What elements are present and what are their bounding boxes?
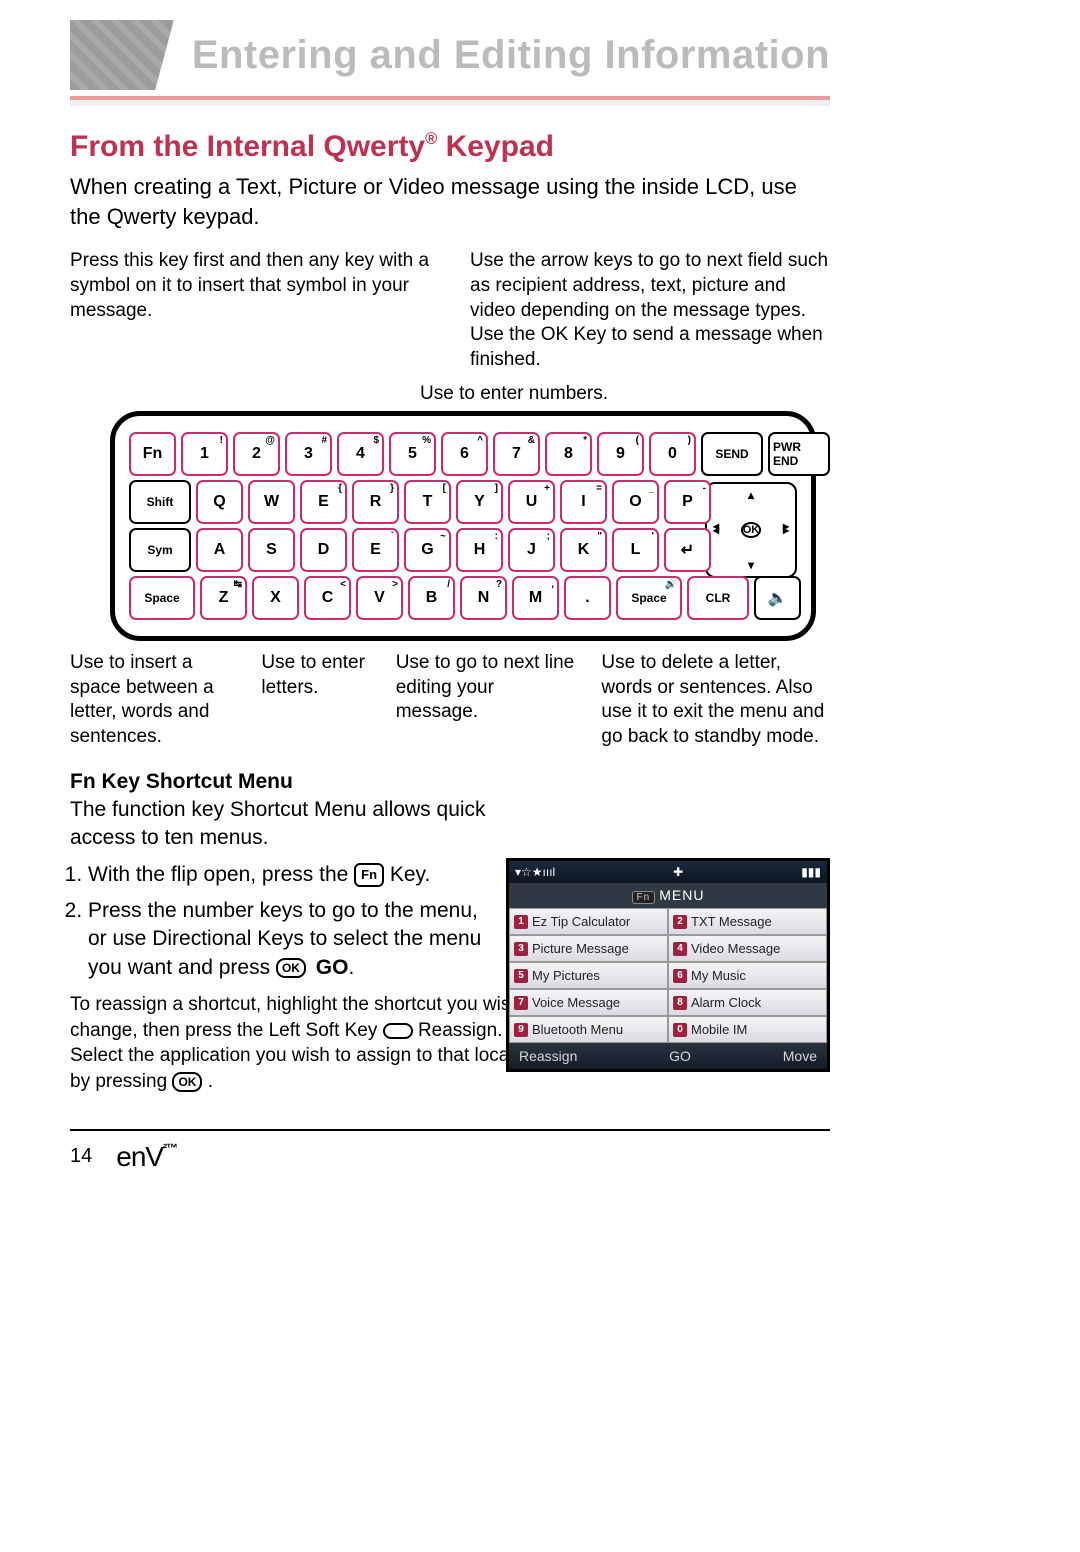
menu-item[interactable]: 5My Pictures [509, 962, 668, 989]
key-fn: Fn [129, 432, 176, 476]
key-3: 3# [285, 432, 332, 476]
key-: ↵ [664, 528, 711, 572]
softkey-center[interactable]: GO [669, 1048, 691, 1064]
key-b: B/ [408, 576, 455, 620]
menu-item[interactable]: 1Ez Tip Calculator [509, 908, 668, 935]
key-m: M, [512, 576, 559, 620]
key-c: C< [304, 576, 351, 620]
menu-item[interactable]: 8Alarm Clock [668, 989, 827, 1016]
menu-item[interactable]: 9Bluetooth Menu [509, 1016, 668, 1043]
menu-item[interactable]: 2TXT Message [668, 908, 827, 935]
key-h: H: [456, 528, 503, 572]
fn-menu-intro: The function key Shortcut Menu allows qu… [70, 796, 500, 853]
key-t: T[ [404, 480, 451, 524]
key-e: E{ [300, 480, 347, 524]
menu-item[interactable]: 4Video Message [668, 935, 827, 962]
key-o: O_ [612, 480, 659, 524]
key-2: 2@ [233, 432, 280, 476]
key-s: S [248, 528, 295, 572]
ok-key-icon: OK [276, 958, 306, 978]
key-4: 4$ [337, 432, 384, 476]
key-: 🔈 [754, 576, 801, 620]
ok-key-icon: OK [172, 1072, 202, 1092]
key-space: Space🔊 [616, 576, 682, 620]
key-i: I= [560, 480, 607, 524]
key-pwrend: PWR END [768, 432, 830, 476]
key-1: 1! [181, 432, 228, 476]
chapter-title: Entering and Editing Information [192, 33, 830, 78]
fn-menu-step2: Press the number keys to go to the menu,… [88, 897, 500, 982]
header-image [70, 20, 174, 90]
key-space: Space [129, 576, 195, 620]
key-k: K" [560, 528, 607, 572]
key-y: Y] [456, 480, 503, 524]
key-x: X [252, 576, 299, 620]
key-shift: Shift [129, 480, 191, 524]
fn-menu-section: Fn Key Shortcut Menu The function key Sh… [70, 768, 500, 982]
menu-item[interactable]: 0Mobile IM [668, 1016, 827, 1043]
callout-numbers: Use to enter numbers. [420, 383, 830, 405]
key-d: D [300, 528, 347, 572]
callout-fn-key: Press this key first and then any key wi… [70, 249, 430, 372]
key-clr: CLR [687, 576, 749, 620]
callout-letters: Use to enter letters. [261, 651, 375, 750]
key-j: J; [508, 528, 555, 572]
key-q: Q [196, 480, 243, 524]
key-9: 9( [597, 432, 644, 476]
softkey-left[interactable]: Reassign [519, 1048, 577, 1064]
callout-arrow-keys: Use the arrow keys to go to next field s… [470, 249, 830, 372]
fn-menu-heading: Fn Key Shortcut Menu [70, 768, 500, 796]
key-send: SEND [701, 432, 763, 476]
header-rule [70, 96, 830, 106]
status-center-icon: ✚ [673, 865, 683, 879]
key-5: 5% [389, 432, 436, 476]
battery-icon: ▮▮▮ [801, 865, 821, 879]
softkey-right[interactable]: Move [783, 1048, 817, 1064]
ok-key: OK [741, 522, 762, 538]
key-6: 6^ [441, 432, 488, 476]
menu-item[interactable]: 7Voice Message [509, 989, 668, 1016]
key-l: L' [612, 528, 659, 572]
section-title: From the Internal Qwerty® Keypad [70, 130, 830, 164]
key-g: G~ [404, 528, 451, 572]
callout-enter: Use to go to next line editing your mess… [396, 651, 582, 750]
signal-icon: ▾☆★ıııl [515, 865, 555, 879]
page-number: 14 [70, 1145, 92, 1168]
key-v: V> [356, 576, 403, 620]
fn-menu-step1: With the flip open, press the Fn Key. [88, 861, 500, 889]
brand-logo: enV²™ [116, 1141, 177, 1173]
left-soft-key-icon [383, 1023, 413, 1039]
key-e: E` [352, 528, 399, 572]
key-8: 8* [545, 432, 592, 476]
key-n: N? [460, 576, 507, 620]
key-: . [564, 576, 611, 620]
phone-screenshot: ▾☆★ıııl ✚ ▮▮▮ FnMENU 1Ez Tip Calculator2… [506, 858, 830, 1072]
key-0: 0) [649, 432, 696, 476]
key-w: W [248, 480, 295, 524]
section-intro: When creating a Text, Picture or Video m… [70, 172, 830, 231]
fn-key-icon: Fn [354, 863, 384, 887]
callout-space: Use to insert a space between a letter, … [70, 651, 241, 750]
menu-item[interactable]: 6My Music [668, 962, 827, 989]
status-bar: ▾☆★ıııl ✚ ▮▮▮ [509, 861, 827, 883]
key-r: R} [352, 480, 399, 524]
key-u: U+ [508, 480, 555, 524]
key-a: A [196, 528, 243, 572]
key-sym: Sym [129, 528, 191, 572]
key-p: P- [664, 480, 711, 524]
reassign-note: To reassign a shortcut, highlight the sh… [70, 992, 550, 1095]
qwerty-keypad-diagram: OK Fn1!2@3#4$5%6^7&8*9(0)SENDPWR ENDShif… [110, 411, 816, 641]
callout-clr: Use to delete a letter, words or sentenc… [601, 651, 830, 750]
menu-item[interactable]: 3Picture Message [509, 935, 668, 962]
key-z: Z↹ [200, 576, 247, 620]
key-7: 7& [493, 432, 540, 476]
dpad: OK [705, 482, 797, 578]
menu-title: FnMENU [509, 883, 827, 908]
